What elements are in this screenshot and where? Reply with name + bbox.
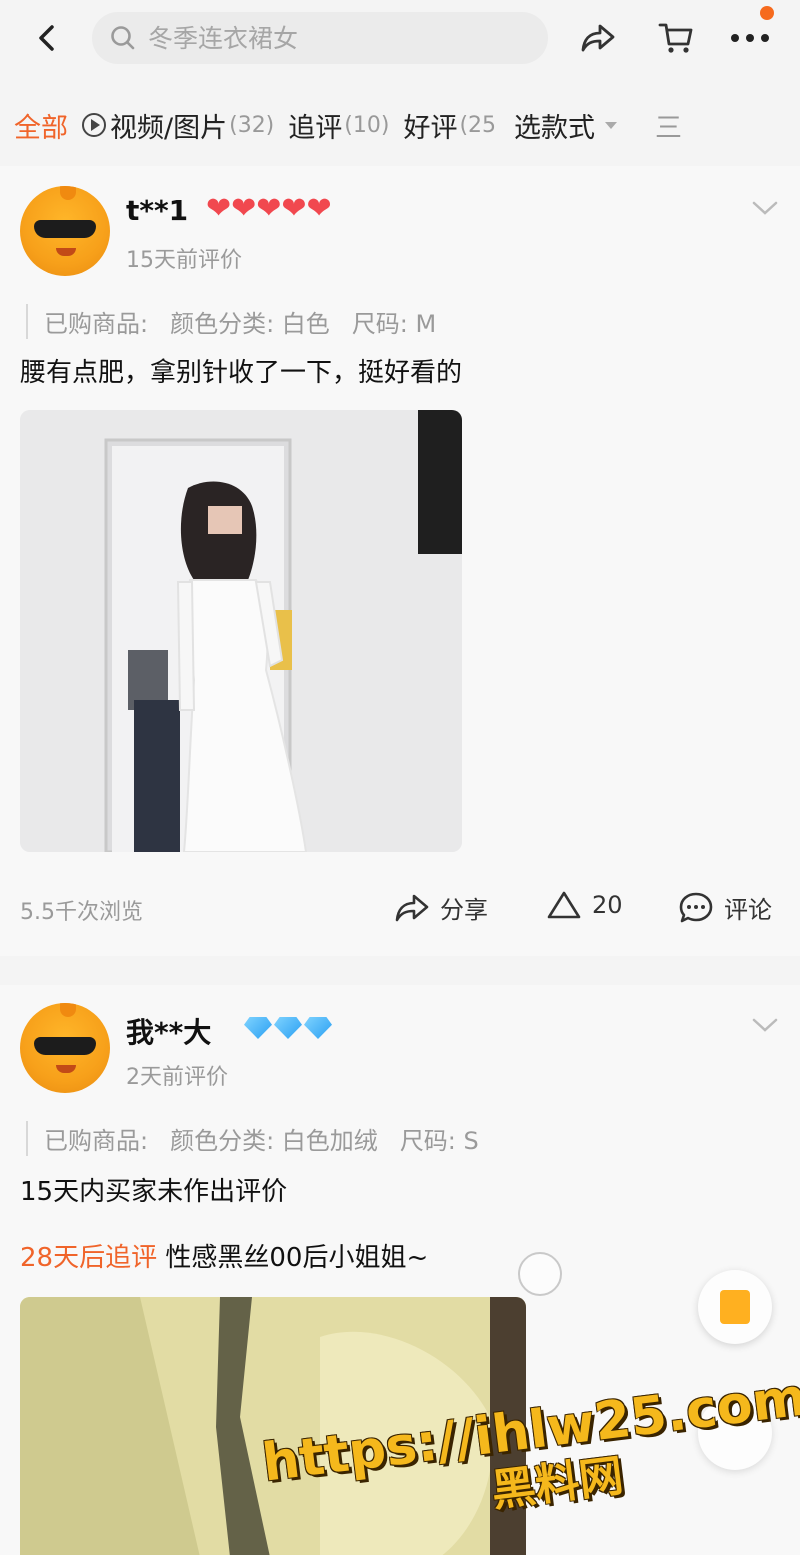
more-button[interactable] xyxy=(728,16,772,60)
tab-count: (32) xyxy=(229,112,275,138)
floating-action-button[interactable] xyxy=(698,1270,772,1344)
review-username[interactable]: 我**大 xyxy=(126,1011,211,1051)
tab-label: 视频/图片 xyxy=(110,112,228,144)
share-button[interactable] xyxy=(576,16,620,60)
tab-select-style[interactable]: 选款式 xyxy=(514,106,619,145)
comment-label: 评论 xyxy=(724,896,772,924)
share-action[interactable]: 分享 xyxy=(394,890,488,925)
chevron-down-icon[interactable] xyxy=(750,198,780,218)
tab-label: 追评 xyxy=(288,112,343,144)
tab-followup[interactable]: 追评 (10) xyxy=(288,106,389,145)
review-card: t**1 ❤❤❤❤❤ 15天前评价 已购商品: 颜色分类: 白色 尺码: M 腰有点… xyxy=(0,166,800,956)
filter-tabs: 全部 视频/图片 (32) 追评 (10) 好评 (25 选款式 三 xyxy=(0,92,800,158)
followup-line: 28天后追评 性感黑丝00后小姐姐~ xyxy=(20,1237,428,1274)
tab-label: 全部 xyxy=(14,112,68,144)
avatar[interactable] xyxy=(20,1003,110,1093)
shopping-bag-icon xyxy=(720,1290,750,1324)
tab-label: 好评 xyxy=(403,112,458,144)
purchase-info: 已购商品: 颜色分类: 白色 尺码: M xyxy=(26,304,458,339)
like-triangle-icon xyxy=(547,891,581,919)
tab-video-photo[interactable]: 视频/图片 (32) xyxy=(82,106,274,145)
review-photo[interactable] xyxy=(20,410,462,852)
followup-text: 性感黑丝00后小姐姐~ xyxy=(165,1243,429,1273)
comment-action[interactable]: 评论 xyxy=(678,890,772,925)
share-icon xyxy=(581,24,615,52)
tab-more[interactable]: 三 xyxy=(655,106,682,145)
purchase-info: 已购商品: 颜色分类: 白色加绒 尺码: S xyxy=(26,1121,501,1156)
tab-all[interactable]: 全部 xyxy=(14,106,68,145)
back-button[interactable] xyxy=(28,18,64,58)
back-arrow-icon xyxy=(39,25,54,51)
top-bar xyxy=(0,0,800,80)
like-count: 20 xyxy=(592,891,623,919)
tab-count: (10) xyxy=(344,112,390,138)
cart-icon xyxy=(658,23,693,53)
review-username[interactable]: t**1 xyxy=(126,194,188,227)
search-input[interactable] xyxy=(148,23,508,53)
view-count: 5.5千次浏览 xyxy=(20,900,143,925)
avatar[interactable] xyxy=(20,186,110,276)
diamond-icon xyxy=(274,1017,302,1039)
diamond-icon xyxy=(304,1017,332,1039)
chevron-down-icon[interactable] xyxy=(750,1015,780,1035)
review-time: 2天前评价 xyxy=(126,1065,228,1090)
notification-dot xyxy=(760,6,774,20)
followup-tag: 28天后追评 xyxy=(20,1243,158,1273)
tab-label: 选款式 xyxy=(514,112,596,144)
search-icon xyxy=(111,26,135,50)
diamond-badges xyxy=(244,1017,332,1039)
heart-rating-icons: ❤❤❤❤❤ xyxy=(206,191,332,226)
review-stats: 5.5千次浏览 分享 20 评论 xyxy=(0,890,800,930)
search-box[interactable] xyxy=(92,12,548,64)
review-text: 15天内买家未作出评价 xyxy=(20,1177,288,1207)
share-icon xyxy=(395,894,429,921)
play-circle-icon xyxy=(82,113,106,137)
more-dots-icon xyxy=(731,34,769,42)
tab-positive[interactable]: 好评 (25 xyxy=(403,106,496,145)
size-option: 尺码: S xyxy=(399,1127,479,1155)
photo-white-dress-mirror xyxy=(20,410,462,852)
share-label: 分享 xyxy=(440,896,488,924)
diamond-icon xyxy=(244,1017,272,1039)
like-action[interactable]: 20 xyxy=(546,890,623,920)
size-option: 尺码: M xyxy=(351,310,437,338)
heart-badges: ❤❤❤❤❤ xyxy=(206,194,332,224)
dropdown-caret-icon xyxy=(605,122,618,129)
color-option: 颜色分类: 白色 xyxy=(170,310,330,338)
tab-count: (25 xyxy=(459,112,497,138)
color-option: 颜色分类: 白色加绒 xyxy=(170,1127,378,1155)
review-time: 15天前评价 xyxy=(126,248,242,273)
comment-icon xyxy=(679,892,713,922)
purchased-label: 已购商品: xyxy=(44,1127,149,1155)
scroll-indicator[interactable] xyxy=(518,1252,562,1296)
purchased-label: 已购商品: xyxy=(44,310,149,338)
tab-label: 三 xyxy=(655,112,683,144)
cart-button[interactable] xyxy=(654,16,698,60)
review-text: 腰有点肥，拿别针收了一下，挺好看的 xyxy=(20,358,463,388)
